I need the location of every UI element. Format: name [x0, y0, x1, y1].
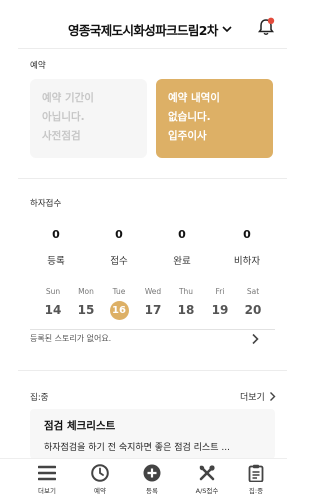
card-line: 사전점검: [42, 130, 81, 142]
card-line: 아닙니다.: [42, 111, 85, 123]
day-name: Sat: [246, 287, 260, 296]
stat-label: 비하자: [233, 256, 261, 267]
divider: [18, 370, 287, 371]
clock-icon: [91, 464, 109, 482]
calendar-day[interactable]: Thu 18: [173, 287, 199, 320]
stat-label: 완료: [173, 256, 191, 267]
bottom-tab-bar: 더보기 예약 등록 A/S접수 집:중: [0, 458, 287, 502]
tools-icon: [199, 465, 215, 481]
reservation-section-label: 예약: [30, 61, 46, 71]
card-line: 입주이사: [168, 130, 207, 142]
plus-circle-icon: [143, 464, 161, 482]
day-date: 15: [77, 303, 95, 317]
stat-value: 0: [243, 228, 251, 241]
complex-selector[interactable]: 영종국제도시화성파크드림2차: [68, 20, 232, 39]
pre-inspection-card[interactable]: 예약 기간이 아닙니다. 사전점검: [30, 79, 147, 158]
more-link[interactable]: 더보기: [240, 390, 277, 403]
calendar-day[interactable]: Mon 15: [73, 287, 99, 320]
app-header: 영종국제도시화성파크드림2차: [0, 0, 287, 48]
bell-icon[interactable]: [257, 17, 275, 37]
stat-value: 0: [115, 228, 123, 241]
day-name: Mon: [78, 287, 94, 296]
tab-label: A/S접수: [195, 487, 219, 495]
notification-dot: [267, 17, 275, 24]
day-date: 19: [211, 303, 229, 317]
day-name: Thu: [178, 287, 194, 296]
tab-label: 더보기: [38, 487, 56, 495]
defects-section-label: 하자접수: [30, 199, 62, 209]
tab-reservation[interactable]: 예약: [80, 464, 120, 495]
day-name: Fri: [215, 287, 225, 296]
move-in-card[interactable]: 예약 내역이 없습니다. 입주이사: [156, 79, 273, 158]
day-date: 20: [244, 303, 262, 317]
divider: [18, 48, 287, 49]
day-name: Sun: [45, 287, 61, 296]
more-label: 더보기: [240, 393, 265, 403]
day-date: 16: [109, 301, 129, 320]
story-empty-text: 등록된 스토리가 없어요.: [30, 334, 112, 343]
stat-label: 등록: [47, 256, 65, 267]
menu-icon: [38, 465, 56, 481]
tab-as[interactable]: A/S접수: [187, 464, 227, 495]
card-line: 예약 내역이: [168, 92, 220, 104]
calendar-day[interactable]: Sat 20: [240, 287, 266, 320]
calendar-day[interactable]: Wed 17: [140, 287, 166, 320]
stat-label: 접수: [110, 256, 128, 267]
clipboard-icon: [248, 464, 264, 482]
stat-registered[interactable]: 0 등록: [36, 228, 76, 267]
tab-jipjung[interactable]: 집:중: [236, 464, 276, 495]
tab-label: 집:중: [248, 487, 264, 495]
day-date: 17: [144, 303, 162, 317]
tab-label: 예약: [94, 487, 106, 495]
tab-register[interactable]: 등록: [132, 464, 172, 495]
tab-label: 등록: [146, 487, 158, 495]
stat-completed[interactable]: 0 완료: [162, 228, 202, 267]
day-date: 14: [44, 303, 62, 317]
day-name: Tue: [112, 287, 126, 296]
calendar-day[interactable]: Sun 14: [40, 287, 66, 320]
stat-value: 0: [52, 228, 60, 241]
checklist-title: 점검 체크리스트: [44, 420, 116, 432]
chevron-right-icon: [269, 392, 276, 401]
story-divider: [30, 329, 275, 330]
chevron-down-icon: [222, 26, 232, 33]
card-line: 없습니다.: [168, 111, 211, 123]
divider: [18, 178, 287, 179]
card-line: 예약 기간이: [42, 92, 94, 104]
day-date: 18: [177, 303, 195, 317]
calendar-day[interactable]: Fri 19: [207, 287, 233, 320]
day-name: Wed: [144, 287, 162, 296]
chevron-right-icon[interactable]: [250, 333, 260, 345]
stat-non-defect[interactable]: 0 비하자: [227, 228, 267, 267]
complex-name: 영종국제도시화성파크드림2차: [68, 23, 218, 38]
tab-more[interactable]: 더보기: [27, 464, 67, 495]
stat-received[interactable]: 0 접수: [99, 228, 139, 267]
stat-value: 0: [178, 228, 186, 241]
jipjung-section-label: 집:중: [30, 393, 49, 403]
calendar-day-selected[interactable]: Tue 16: [106, 287, 132, 320]
checklist-card[interactable]: 점검 체크리스트 하자점검을 하기 전 숙지하면 좋은 점검 리스트 ...: [30, 409, 275, 459]
checklist-description: 하자점검을 하기 전 숙지하면 좋은 점검 리스트 ...: [44, 443, 230, 453]
